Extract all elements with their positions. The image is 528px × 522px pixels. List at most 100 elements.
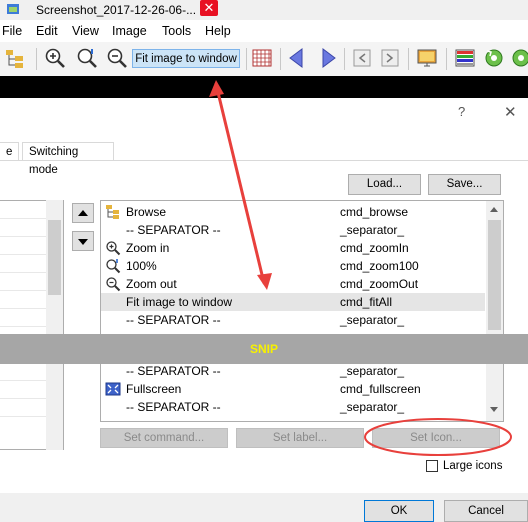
fit-image-to-window-button[interactable]: Fit image to window (132, 49, 240, 68)
tab-partial[interactable]: e (0, 142, 19, 160)
command-id: _separator_ (340, 313, 405, 327)
list-item[interactable]: Zoom in cmd_zoomIn (101, 239, 485, 257)
command-id: cmd_zoomIn (340, 241, 409, 255)
move-up-button[interactable] (72, 203, 94, 223)
command-label: Browse (126, 205, 167, 219)
save-button[interactable]: Save... (428, 174, 501, 195)
large-icons-checkbox[interactable] (426, 460, 438, 472)
toolbar-divider (36, 48, 37, 70)
arrow-right-icon[interactable] (316, 47, 338, 69)
zoom-out-icon (105, 276, 121, 292)
list-row-line (0, 290, 48, 291)
zoom-out-icon[interactable] (106, 47, 128, 69)
list-row-line (0, 254, 48, 255)
fullscreen-icon (105, 381, 121, 397)
command-id: cmd_fitAll (340, 295, 393, 309)
list-row-line (0, 272, 48, 273)
arrow-left-icon[interactable] (287, 47, 309, 69)
browse-icon (105, 204, 121, 220)
command-label: -- SEPARATOR -- (126, 364, 221, 378)
command-label: Zoom out (126, 277, 177, 291)
toolbar-divider (446, 48, 447, 70)
list-item[interactable]: Fullscreen cmd_fullscreen (101, 380, 485, 398)
palette-icon[interactable] (454, 47, 476, 69)
list-item[interactable]: -- SEPARATOR -- _separator_ (101, 311, 485, 329)
set-label-button[interactable]: Set label... (236, 428, 364, 448)
cancel-button[interactable]: Cancel (444, 500, 528, 522)
command-id: cmd_browse (340, 205, 409, 219)
slideshow-icon[interactable] (416, 47, 438, 69)
list-row-line (0, 236, 48, 237)
close-tab-button[interactable]: ✕ (200, 0, 218, 16)
command-id: cmd_zoom100 (340, 259, 419, 273)
list-item[interactable]: Zoom out cmd_zoomOut (101, 275, 485, 293)
left-list-scroll-thumb[interactable] (48, 220, 61, 295)
dialog-close-button[interactable]: ✕ (504, 103, 517, 121)
next-page-icon[interactable] (379, 47, 401, 69)
list-item[interactable]: -- SEPARATOR -- _separator_ (101, 398, 485, 416)
ok-button[interactable]: OK (364, 500, 434, 522)
list-row-line (0, 416, 48, 417)
menu-help[interactable]: Help (205, 24, 231, 38)
toolbar-divider (246, 48, 247, 70)
move-down-button[interactable] (72, 231, 94, 251)
command-label: Fullscreen (126, 382, 182, 396)
rotate-right-icon[interactable] (510, 47, 528, 69)
prev-page-icon[interactable] (351, 47, 373, 69)
menu-file[interactable]: File (2, 24, 22, 38)
scroll-up-icon[interactable] (490, 207, 498, 212)
tab-strip-border (0, 160, 528, 161)
command-label: -- SEPARATOR -- (126, 223, 221, 237)
menubar: File Edit View Image Tools Help (0, 20, 528, 42)
list-item[interactable]: Browse cmd_browse (101, 203, 485, 221)
zoom-100-icon (105, 258, 121, 274)
list-row-line (0, 380, 48, 381)
folders-icon[interactable] (4, 47, 26, 69)
command-id: cmd_fullscreen (340, 382, 421, 396)
scroll-down-icon[interactable] (490, 407, 498, 412)
zoom-in-icon (105, 240, 121, 256)
command-id: _separator_ (340, 223, 405, 237)
triangle-down-icon (78, 239, 88, 245)
command-label: Zoom in (126, 241, 170, 255)
right-list-scroll-thumb[interactable] (488, 220, 501, 330)
tab-switching-mode[interactable]: Switching mode (22, 142, 114, 176)
dark-strip (0, 76, 528, 98)
command-id: _separator_ (340, 400, 405, 414)
zoom-100-icon[interactable] (76, 47, 98, 69)
menu-edit[interactable]: Edit (36, 24, 58, 38)
command-id: _separator_ (340, 364, 405, 378)
menu-view[interactable]: View (72, 24, 99, 38)
menu-image[interactable]: Image (112, 24, 147, 38)
triangle-up-icon (78, 210, 88, 216)
set-icon-button[interactable]: Set Icon... (372, 428, 500, 448)
toolbar-divider (408, 48, 409, 70)
app-icon (6, 2, 20, 16)
list-row-line (0, 308, 48, 309)
snip-marker: SNIP (0, 334, 528, 364)
list-item-selected[interactable]: Fit image to window cmd_fitAll (101, 293, 485, 311)
grid-icon[interactable] (251, 47, 273, 69)
menu-tools[interactable]: Tools (162, 24, 191, 38)
toolbar-divider (344, 48, 345, 70)
list-row-line (0, 218, 48, 219)
command-label: Fit image to window (126, 295, 233, 309)
large-icons-label: Large icons (443, 460, 503, 472)
list-item[interactable]: 100% cmd_zoom100 (101, 257, 485, 275)
toolbar-divider (280, 48, 281, 70)
window-title: Screenshot_2017-12-26-06-... (36, 3, 197, 17)
list-item[interactable]: -- SEPARATOR -- _separator_ (101, 362, 485, 380)
list-row-line (0, 326, 48, 327)
command-label: 100% (126, 259, 157, 273)
toolbar: Fit image to window (0, 42, 528, 77)
command-label: -- SEPARATOR -- (126, 313, 221, 327)
load-button[interactable]: Load... (348, 174, 421, 195)
rotate-left-icon[interactable] (483, 47, 505, 69)
command-label: -- SEPARATOR -- (126, 400, 221, 414)
zoom-in-icon[interactable] (44, 47, 66, 69)
list-item[interactable]: -- SEPARATOR -- _separator_ (101, 221, 485, 239)
command-id: cmd_zoomOut (340, 277, 419, 291)
list-row-line (0, 398, 48, 399)
set-command-button[interactable]: Set command... (100, 428, 228, 448)
dialog-help-button[interactable]: ? (458, 104, 465, 119)
